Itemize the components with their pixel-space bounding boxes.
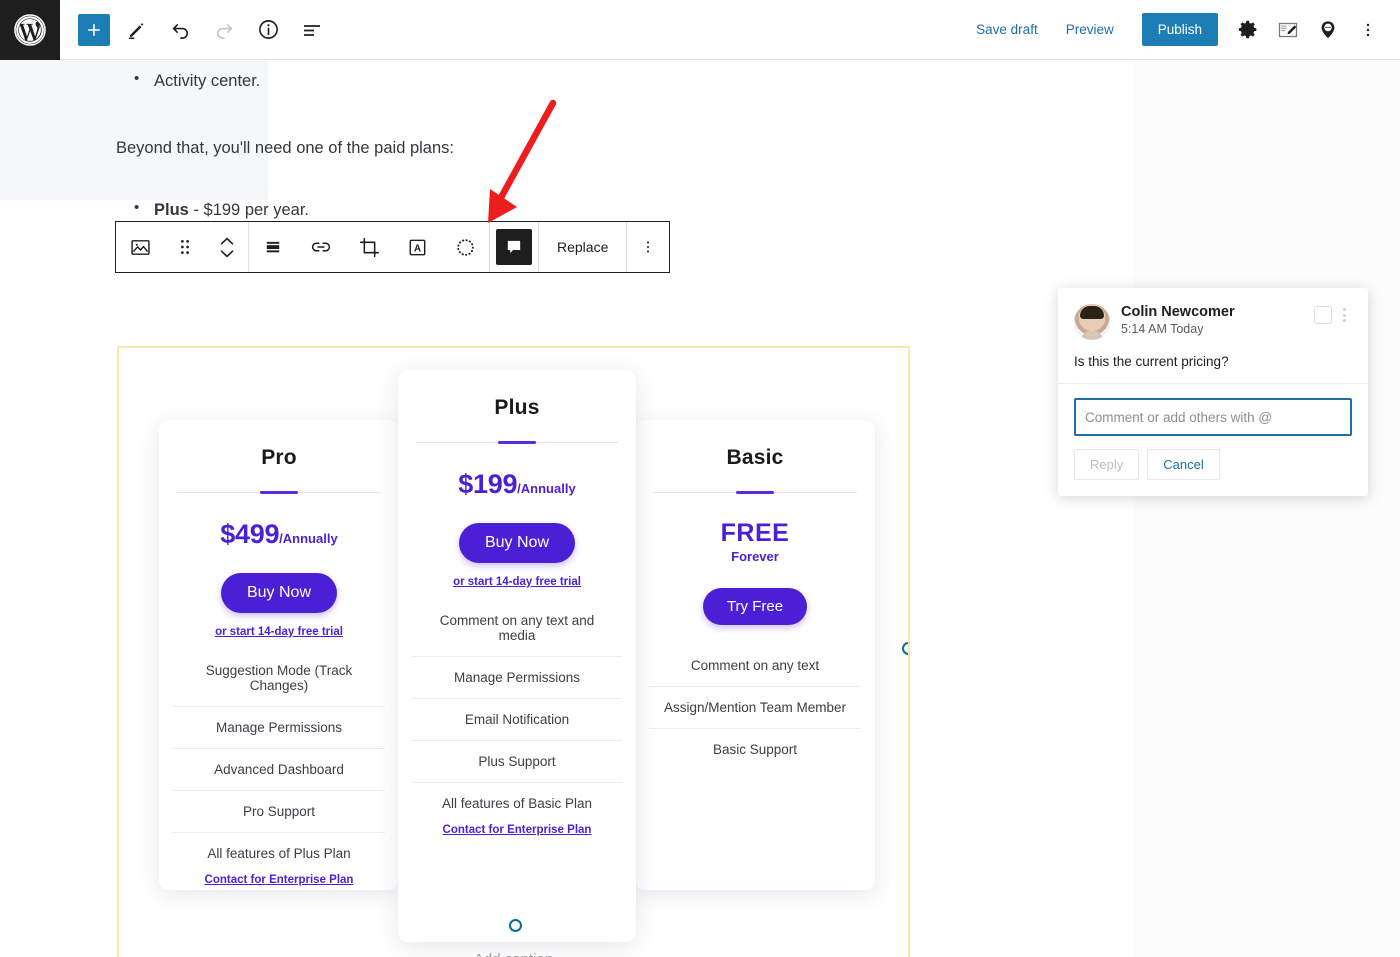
publish-button[interactable]: Publish (1141, 13, 1218, 46)
image-caption-placeholder[interactable]: Add caption (119, 951, 908, 957)
drag-dots-icon[interactable] (164, 222, 206, 272)
plan-title-underline (416, 442, 618, 443)
preview-button[interactable]: Preview (1054, 15, 1126, 44)
comment-bubble-icon (496, 229, 532, 265)
plan-feature: Pro Support (173, 791, 385, 833)
plan-feature: Email Notification (412, 699, 622, 741)
pricing-card-plus: Plus $199/Annually Buy Now or start 14-d… (398, 370, 636, 942)
tools-edit-button[interactable] (118, 12, 154, 48)
top-bar-left-tools (60, 12, 330, 48)
text-in-box-icon[interactable]: A (393, 222, 441, 272)
link-icon[interactable] (297, 222, 345, 272)
gear-icon[interactable] (1230, 12, 1266, 48)
list-view-button[interactable] (294, 12, 330, 48)
comment-reply-form: Reply Cancel (1058, 384, 1368, 496)
list-item[interactable]: Plus - $199 per year. (116, 196, 310, 223)
wordpress-logo-icon[interactable] (0, 0, 60, 60)
chevron-up-down-icon[interactable] (206, 222, 248, 272)
block-toolbar-group-block (116, 222, 248, 272)
pricing-card-pro: Pro $499/Annually Buy Now or start 14-da… (159, 420, 399, 890)
plan-feature: Basic Support (712, 742, 798, 757)
image-icon[interactable] (116, 222, 164, 272)
plan-title-underline (177, 492, 381, 493)
move-down-icon (220, 249, 234, 257)
contact-enterprise-link[interactable]: Contact for Enterprise Plan (398, 824, 636, 850)
replace-button[interactable]: Replace (539, 222, 626, 272)
reply-button[interactable]: Reply (1074, 449, 1140, 480)
image-block[interactable]: Pro $499/Annually Buy Now or start 14-da… (117, 346, 910, 957)
resize-handle-right[interactable] (902, 642, 908, 655)
cancel-button[interactable]: Cancel (1147, 449, 1220, 480)
block-toolbar: A Replace (115, 221, 671, 273)
plan-price-period: /Annually (279, 531, 338, 546)
resize-handle-bottom[interactable] (509, 919, 522, 932)
plan-feature: Advanced Dashboard (173, 749, 385, 791)
dotted-circle-icon[interactable] (441, 222, 489, 272)
pricing-card-basic: Basic FREE Forever Try Free Comment on a… (635, 420, 875, 890)
plan-price: FREE (720, 519, 790, 547)
editor-canvas: Activity center. Beyond that, you'll nee… (0, 60, 1400, 957)
plan-feature: Manage Permissions (173, 707, 385, 749)
block-more-options-icon[interactable] (627, 222, 669, 272)
free-trial-link[interactable]: or start 14-day free trial (398, 576, 636, 588)
free-trial-link[interactable]: or start 14-day free trial (159, 626, 399, 638)
buy-now-button[interactable]: Buy Now (458, 523, 576, 563)
plan-price: $199 (458, 469, 518, 499)
plan-title: Basic (726, 446, 784, 469)
plan-price-period: Forever (731, 549, 779, 564)
crop-icon[interactable] (345, 222, 393, 272)
wordpress-block-editor: Save draft Preview Publish • Activity ce… (0, 0, 1400, 957)
comment-body-text: Is this the current pricing? (1074, 354, 1229, 369)
top-bar-right-tools: Save draft Preview Publish (964, 12, 1400, 48)
plan-feature: Comment on any text and media (412, 600, 622, 657)
plan-feature: Plus Support (412, 741, 622, 783)
move-up-icon (220, 237, 234, 245)
vertical-ellipsis-icon[interactable] (1350, 12, 1386, 48)
plan-feature: Assign/Mention Team Member (649, 687, 861, 729)
resolve-checkbox-icon[interactable] (1314, 306, 1332, 324)
image-block-inner: Pro $499/Annually Buy Now or start 14-da… (119, 348, 908, 957)
pricing-table-image: Pro $499/Annually Buy Now or start 14-da… (119, 348, 908, 942)
add-block-button[interactable] (78, 13, 110, 46)
user-avatar-photo (1074, 304, 1110, 340)
contact-enterprise-link[interactable]: Contact for Enterprise Plan (159, 874, 399, 890)
add-comment-button[interactable] (490, 222, 538, 272)
plan-title: Pro (261, 446, 297, 469)
plan-feature: All features of Basic Plan (441, 796, 593, 811)
comment-author-name: Colin Newcomer (1121, 304, 1235, 320)
undo-button[interactable] (162, 12, 198, 48)
comment-author-row: Colin Newcomer 5:14 AM Today (1074, 304, 1352, 340)
plan-feature: Suggestion Mode (Track Changes) (173, 650, 385, 707)
comment-form-buttons: Reply Cancel (1074, 449, 1352, 480)
document-pencil-icon[interactable] (1270, 12, 1306, 48)
comment-timestamp: 5:14 AM Today (1121, 322, 1204, 336)
comment-reply-input[interactable] (1074, 398, 1352, 436)
paragraph-block[interactable]: Beyond that, you'll need one of the paid… (116, 135, 454, 161)
plan-price: $499 (220, 519, 280, 549)
plan-title-underline (653, 492, 857, 493)
comment-header: Colin Newcomer 5:14 AM Today Is this the… (1058, 288, 1368, 383)
plan-price-period: /Annually (517, 481, 576, 496)
list-item-label-bold: Plus (154, 201, 189, 219)
plan-title: Plus (494, 396, 540, 419)
plan-feature: All features of Plus Plan (207, 846, 351, 861)
comment-header-actions (1314, 304, 1352, 324)
align-icon[interactable] (249, 222, 297, 272)
list-item-label-rest: - $199 per year. (188, 201, 310, 219)
list-item[interactable]: Activity center. (116, 67, 260, 94)
try-free-button[interactable]: Try Free (702, 588, 808, 625)
plan-feature: Comment on any text (649, 645, 861, 687)
comment-pin-icon[interactable] (1310, 12, 1346, 48)
comment-popover: Colin Newcomer 5:14 AM Today Is this the… (1058, 288, 1368, 496)
save-draft-button[interactable]: Save draft (964, 15, 1050, 44)
block-toolbar-group-comment (490, 222, 538, 272)
plan-feature: Manage Permissions (412, 657, 622, 699)
svg-text:A: A (413, 243, 420, 254)
comment-more-options-icon[interactable] (1336, 304, 1352, 322)
buy-now-button[interactable]: Buy Now (220, 573, 338, 613)
details-button[interactable] (250, 12, 286, 48)
editor-top-bar: Save draft Preview Publish (0, 0, 1400, 60)
redo-button[interactable] (206, 12, 242, 48)
block-toolbar-group-format: A (249, 222, 489, 272)
